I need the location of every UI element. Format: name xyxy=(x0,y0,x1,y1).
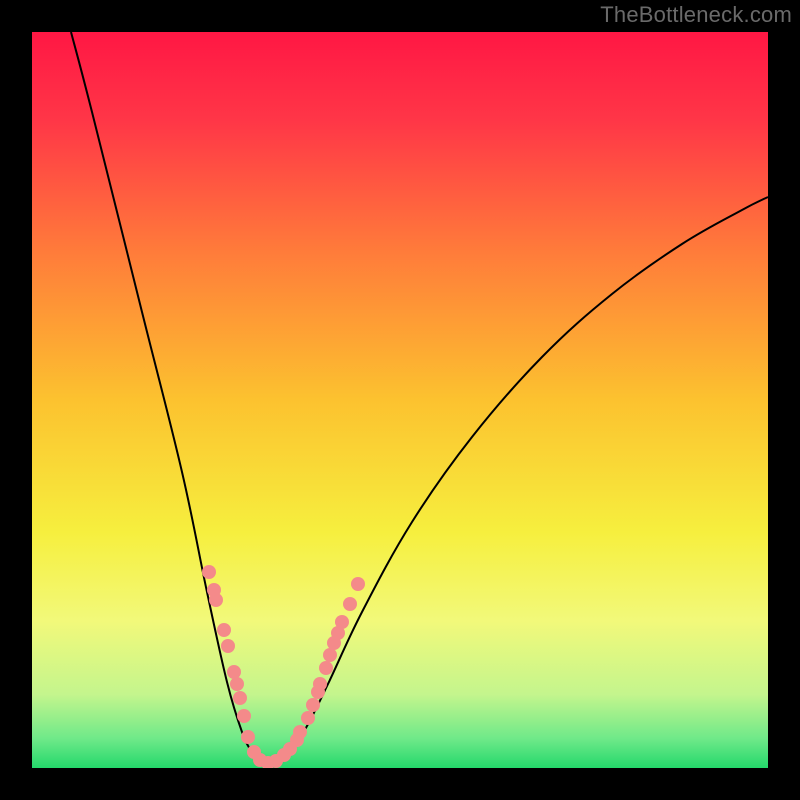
data-marker xyxy=(209,593,223,607)
curve-layer xyxy=(32,32,768,768)
data-marker xyxy=(221,639,235,653)
data-marker xyxy=(293,725,307,739)
data-marker xyxy=(230,677,244,691)
data-marker xyxy=(217,623,231,637)
data-marker xyxy=(323,648,337,662)
data-marker xyxy=(313,677,327,691)
data-marker xyxy=(233,691,247,705)
data-marker xyxy=(351,577,365,591)
marker-group xyxy=(202,565,365,768)
data-marker xyxy=(319,661,333,675)
data-marker xyxy=(335,615,349,629)
watermark-text: TheBottleneck.com xyxy=(600,2,792,28)
bottleneck-curve xyxy=(71,32,768,763)
data-marker xyxy=(237,709,251,723)
plot-area xyxy=(32,32,768,768)
data-marker xyxy=(227,665,241,679)
data-marker xyxy=(241,730,255,744)
data-marker xyxy=(202,565,216,579)
data-marker xyxy=(343,597,357,611)
data-marker xyxy=(301,711,315,725)
chart-frame: TheBottleneck.com xyxy=(0,0,800,800)
data-marker xyxy=(306,698,320,712)
